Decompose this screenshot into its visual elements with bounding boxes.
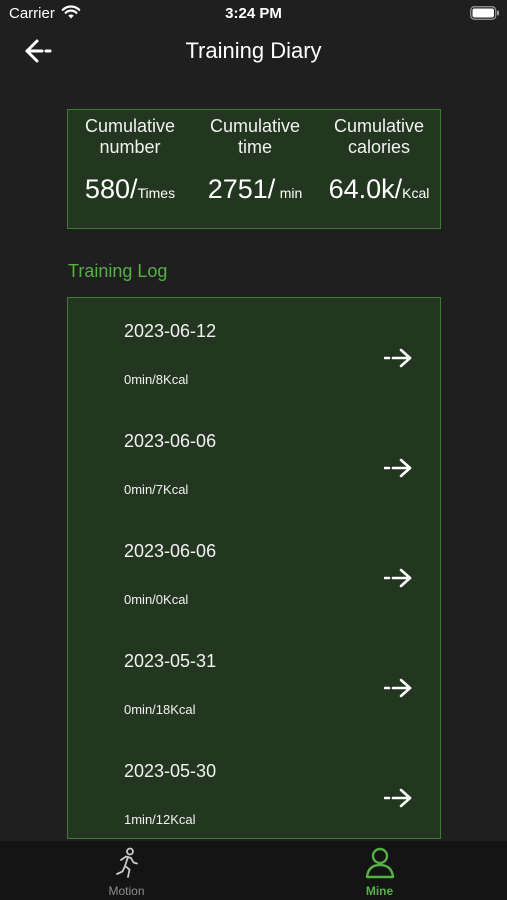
tab-mine[interactable]: Mine <box>253 841 506 900</box>
stat-value: 2751/ <box>207 174 276 204</box>
stat-value: 64.0k/ <box>328 174 403 204</box>
status-bar: Carrier 3:24 PM <box>0 0 507 28</box>
log-item[interactable]: 2023-06-06 0min/7Kcal <box>68 408 440 518</box>
log-item[interactable]: 2023-05-30 1min/12Kcal <box>68 738 440 838</box>
stat-unit: Times <box>137 185 176 201</box>
stat-value: 580/ <box>84 174 138 204</box>
log-detail: 0min/18Kcal <box>124 702 196 717</box>
arrow-right-icon <box>384 348 412 368</box>
stat-cumulative-calories: Cumulative calories 64.0k/Kcal <box>320 116 438 205</box>
arrow-right-icon <box>384 458 412 478</box>
stats-card: Cumulative number 580/Times Cumulative t… <box>67 109 441 229</box>
log-date: 2023-05-31 <box>124 651 217 671</box>
stat-value-row: 2751/ min <box>196 174 314 205</box>
log-item[interactable]: 2023-05-31 0min/18Kcal <box>68 628 440 738</box>
page-title: Training Diary <box>185 38 322 63</box>
log-date: 2023-06-06 <box>124 431 217 451</box>
arrow-right-icon <box>384 788 412 808</box>
stat-label: Cumulative time <box>209 116 301 157</box>
log-date: 2023-05-30 <box>124 761 217 781</box>
log-item[interactable]: 2023-06-12 0min/8Kcal <box>68 298 440 408</box>
training-log-list: 2023-06-12 0min/8Kcal 2023-06-06 0min/7K… <box>67 297 441 839</box>
log-detail: 0min/7Kcal <box>124 482 189 497</box>
status-time: 3:24 PM <box>225 5 282 22</box>
tab-label: Motion <box>108 884 145 898</box>
log-date: 2023-06-12 <box>124 321 217 341</box>
runner-icon <box>116 847 138 878</box>
arrow-right-icon <box>384 678 412 698</box>
log-detail: 1min/12Kcal <box>124 812 196 827</box>
stat-unit: min <box>279 185 303 201</box>
stat-value-row: 64.0k/Kcal <box>320 174 438 205</box>
log-date: 2023-06-06 <box>124 541 217 561</box>
person-icon <box>365 847 395 879</box>
arrow-right-icon <box>384 568 412 588</box>
log-detail: 0min/8Kcal <box>124 372 189 387</box>
battery-icon <box>470 6 499 20</box>
stat-cumulative-time: Cumulative time 2751/ min <box>196 116 314 205</box>
stat-value-row: 580/Times <box>74 174 186 205</box>
stat-cumulative-number: Cumulative number 580/Times <box>74 116 186 205</box>
stat-unit: Kcal <box>402 185 430 201</box>
stat-label: Cumulative calories <box>333 116 425 157</box>
training-log-title: Training Log <box>68 261 168 281</box>
log-detail: 0min/0Kcal <box>124 592 189 607</box>
log-item[interactable]: 2023-06-06 0min/0Kcal <box>68 518 440 628</box>
tab-bar: Motion Mine <box>0 841 507 900</box>
stat-label: Cumulative number <box>84 116 176 157</box>
tab-label: Mine <box>365 884 394 898</box>
tab-motion[interactable]: Motion <box>0 841 253 900</box>
